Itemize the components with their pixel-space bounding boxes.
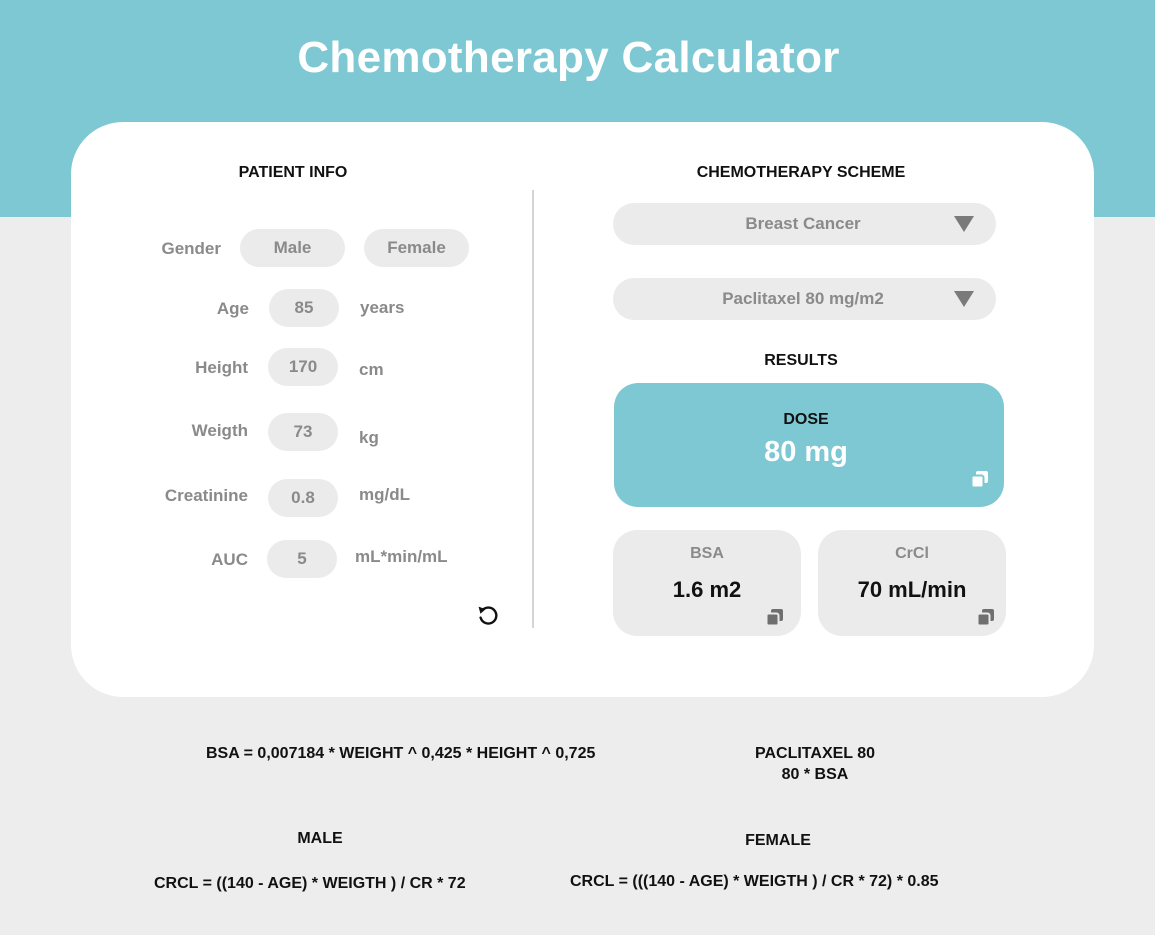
female-formula-title: FEMALE	[745, 832, 811, 849]
calculator-card: PATIENT INFO Gender Male Female Age 85 y…	[71, 122, 1094, 697]
height-label: Height	[195, 358, 248, 377]
dose-label: DOSE	[783, 411, 829, 428]
copy-icon[interactable]	[970, 469, 990, 489]
results-title: RESULTS	[764, 352, 838, 369]
bsa-value: 1.6 m2	[672, 577, 742, 602]
weight-label: Weigth	[191, 421, 248, 440]
chevron-down-icon	[954, 291, 974, 307]
app-title: Chemotherapy Calculator	[297, 33, 840, 82]
patient-info-title: PATIENT INFO	[238, 164, 348, 181]
gender-label: Gender	[161, 239, 221, 258]
age-input[interactable]: 85	[269, 289, 339, 327]
drug-scheme-value: Paclitaxel 80 mg/m2	[722, 289, 884, 308]
height-input[interactable]: 170	[268, 348, 338, 386]
reset-icon[interactable]	[475, 602, 501, 628]
age-label: Age	[216, 299, 249, 318]
chevron-down-icon	[954, 216, 974, 232]
male-formula-title: MALE	[297, 830, 343, 847]
crcl-label: CrCl	[895, 545, 929, 562]
cancer-type-select[interactable]: Breast Cancer	[613, 203, 996, 245]
weight-input[interactable]: 73	[268, 413, 338, 451]
creatinine-input[interactable]: 0.8	[268, 479, 338, 517]
auc-unit: mL*min/mL	[355, 547, 448, 566]
bsa-label: BSA	[690, 545, 724, 562]
drug-scheme-select[interactable]: Paclitaxel 80 mg/m2	[613, 278, 996, 320]
crcl-value: 70 mL/min	[857, 577, 967, 602]
gender-female-button[interactable]: Female	[364, 229, 469, 267]
creatinine-label: Creatinine	[164, 486, 248, 505]
male-crcl-formula: CRCL = ((140 - AGE) * WEIGTH ) / CR * 72	[154, 875, 466, 892]
dose-result-card: DOSE 80 mg	[614, 383, 1004, 507]
creatinine-unit: mg/dL	[359, 485, 410, 504]
female-crcl-formula: CRCL = (((140 - AGE) * WEIGTH ) / CR * 7…	[570, 873, 939, 890]
height-unit: cm	[359, 360, 384, 379]
cancer-type-value: Breast Cancer	[745, 214, 861, 233]
age-unit: years	[360, 298, 405, 317]
weight-unit: kg	[359, 428, 379, 447]
scheme-title: CHEMOTHERAPY SCHEME	[696, 164, 906, 181]
copy-icon[interactable]	[765, 607, 785, 627]
section-divider	[532, 190, 534, 628]
crcl-result-card: CrCl 70 mL/min	[818, 530, 1006, 636]
bsa-result-card: BSA 1.6 m2	[613, 530, 801, 636]
drug-formula-title: PACLITAXEL 80	[754, 745, 876, 762]
drug-formula: 80 * BSA	[781, 766, 849, 783]
copy-icon[interactable]	[976, 607, 996, 627]
gender-male-button[interactable]: Male	[240, 229, 345, 267]
bsa-formula: BSA = 0,007184 * WEIGHT ^ 0,425 * HEIGHT…	[206, 745, 596, 762]
auc-label: AUC	[211, 550, 248, 569]
dose-value: 80 mg	[764, 436, 848, 468]
auc-input[interactable]: 5	[267, 540, 337, 578]
